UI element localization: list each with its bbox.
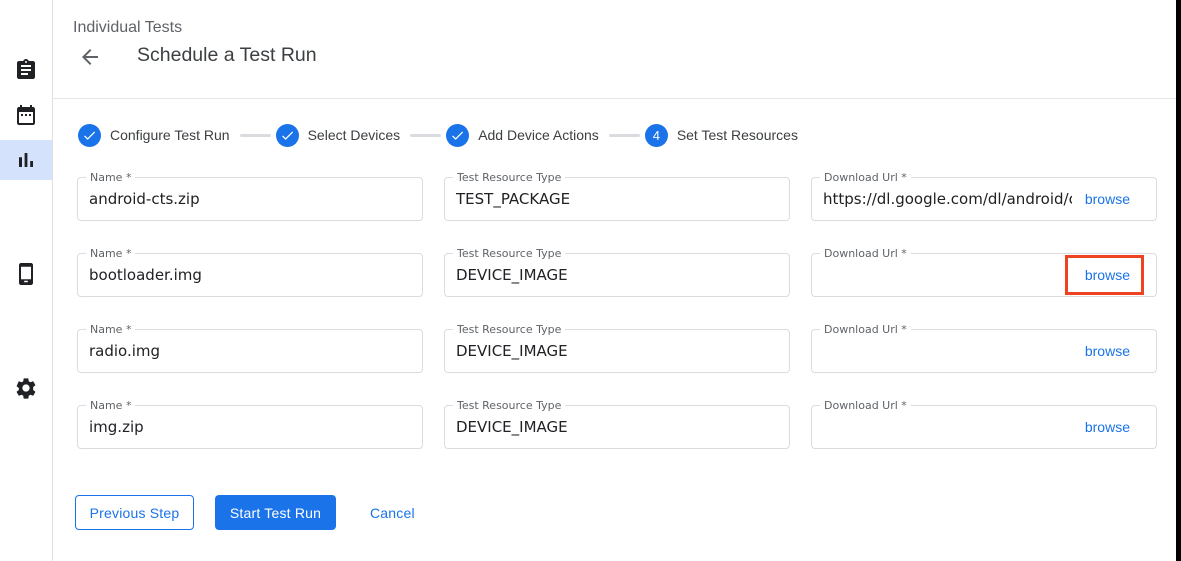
url-field-value	[812, 254, 1072, 296]
step-set-test-resources[interactable]: 4 Set Test Resources	[645, 124, 798, 147]
back-button[interactable]	[78, 45, 102, 69]
step-configure-test-run[interactable]: Configure Test Run	[78, 124, 230, 147]
browse-link[interactable]: browse	[1072, 178, 1143, 220]
step-label: Set Test Resources	[677, 127, 798, 143]
sidebar-item-test-runs[interactable]	[0, 140, 52, 180]
start-test-run-button[interactable]: Start Test Run	[215, 495, 336, 530]
page-title: Schedule a Test Run	[137, 44, 317, 67]
name-field-row-2[interactable]: Name * bootloader.img	[77, 253, 423, 297]
step-label: Select Devices	[308, 127, 401, 143]
type-field-value: DEVICE_IMAGE	[445, 254, 789, 296]
browse-link[interactable]: browse	[1072, 254, 1143, 296]
type-field-label: Test Resource Type	[453, 399, 565, 412]
test-resources-form: Name * android-cts.zip Test Resource Typ…	[77, 177, 1157, 449]
step-2-check-icon	[276, 124, 299, 147]
step-connector	[240, 134, 271, 137]
type-field-label: Test Resource Type	[453, 171, 565, 184]
type-field-row-2[interactable]: Test Resource Type DEVICE_IMAGE	[444, 253, 790, 297]
name-field-label: Name *	[86, 323, 135, 336]
step-add-device-actions[interactable]: Add Device Actions	[446, 124, 599, 147]
url-field-row-3[interactable]: Download Url * browse	[811, 329, 1157, 373]
name-field-row-3[interactable]: Name * radio.img	[77, 329, 423, 373]
step-3-check-icon	[446, 124, 469, 147]
cancel-button[interactable]: Cancel	[357, 495, 428, 530]
sidebar-item-test-plans[interactable]	[0, 95, 52, 135]
step-1-check-icon	[78, 124, 101, 147]
stepper: Configure Test Run Select Devices Add De…	[78, 123, 798, 147]
browse-link[interactable]: browse	[1072, 406, 1143, 448]
type-field-row-4[interactable]: Test Resource Type DEVICE_IMAGE	[444, 405, 790, 449]
type-field-row-3[interactable]: Test Resource Type DEVICE_IMAGE	[444, 329, 790, 373]
sidebar-item-settings[interactable]	[0, 368, 52, 408]
previous-step-button[interactable]: Previous Step	[75, 495, 194, 530]
gear-icon	[14, 376, 38, 400]
clipboard-icon	[14, 58, 38, 82]
name-field-value: android-cts.zip	[78, 178, 422, 220]
form-actions: Previous Step Start Test Run Cancel	[75, 495, 428, 530]
url-field-row-1[interactable]: Download Url * https://dl.google.com/dl/…	[811, 177, 1157, 221]
name-field-value: img.zip	[78, 406, 422, 448]
name-field-row-4[interactable]: Name * img.zip	[77, 405, 423, 449]
step-connector	[609, 134, 640, 137]
step-label: Configure Test Run	[110, 127, 230, 143]
name-field-label: Name *	[86, 247, 135, 260]
url-field-value: https://dl.google.com/dl/android/c	[812, 178, 1072, 220]
step-4-number: 4	[645, 124, 668, 147]
url-field-value	[812, 330, 1072, 372]
sidebar-item-tests[interactable]	[0, 50, 52, 90]
url-field-value	[812, 406, 1072, 448]
step-label: Add Device Actions	[478, 127, 599, 143]
type-field-value: DEVICE_IMAGE	[445, 330, 789, 372]
calendar-icon	[14, 103, 38, 127]
type-field-value: DEVICE_IMAGE	[445, 406, 789, 448]
url-field-label: Download Url *	[820, 171, 911, 184]
url-field-row-2[interactable]: Download Url * browse	[811, 253, 1157, 297]
smartphone-icon	[14, 262, 38, 286]
name-field-label: Name *	[86, 399, 135, 412]
browse-link[interactable]: browse	[1072, 330, 1143, 372]
type-field-row-1[interactable]: Test Resource Type TEST_PACKAGE	[444, 177, 790, 221]
name-field-row-1[interactable]: Name * android-cts.zip	[77, 177, 423, 221]
name-field-value: bootloader.img	[78, 254, 422, 296]
url-field-row-4[interactable]: Download Url * browse	[811, 405, 1157, 449]
breadcrumb: Individual Tests	[73, 19, 182, 37]
type-field-label: Test Resource Type	[453, 323, 565, 336]
url-field-label: Download Url *	[820, 247, 911, 260]
step-connector	[410, 134, 441, 137]
header-divider	[53, 98, 1176, 99]
name-field-label: Name *	[86, 171, 135, 184]
name-field-value: radio.img	[78, 330, 422, 372]
type-field-value: TEST_PACKAGE	[445, 178, 789, 220]
step-select-devices[interactable]: Select Devices	[276, 124, 401, 147]
url-field-label: Download Url *	[820, 323, 911, 336]
sidebar-item-devices[interactable]	[0, 254, 52, 294]
right-edge-strip	[1176, 0, 1181, 561]
arrow-back-icon	[78, 45, 102, 69]
main-content: Individual Tests Schedule a Test Run Con…	[53, 0, 1176, 561]
url-field-label: Download Url *	[820, 399, 911, 412]
bar-chart-icon	[14, 148, 38, 172]
sidebar	[0, 0, 53, 561]
type-field-label: Test Resource Type	[453, 247, 565, 260]
